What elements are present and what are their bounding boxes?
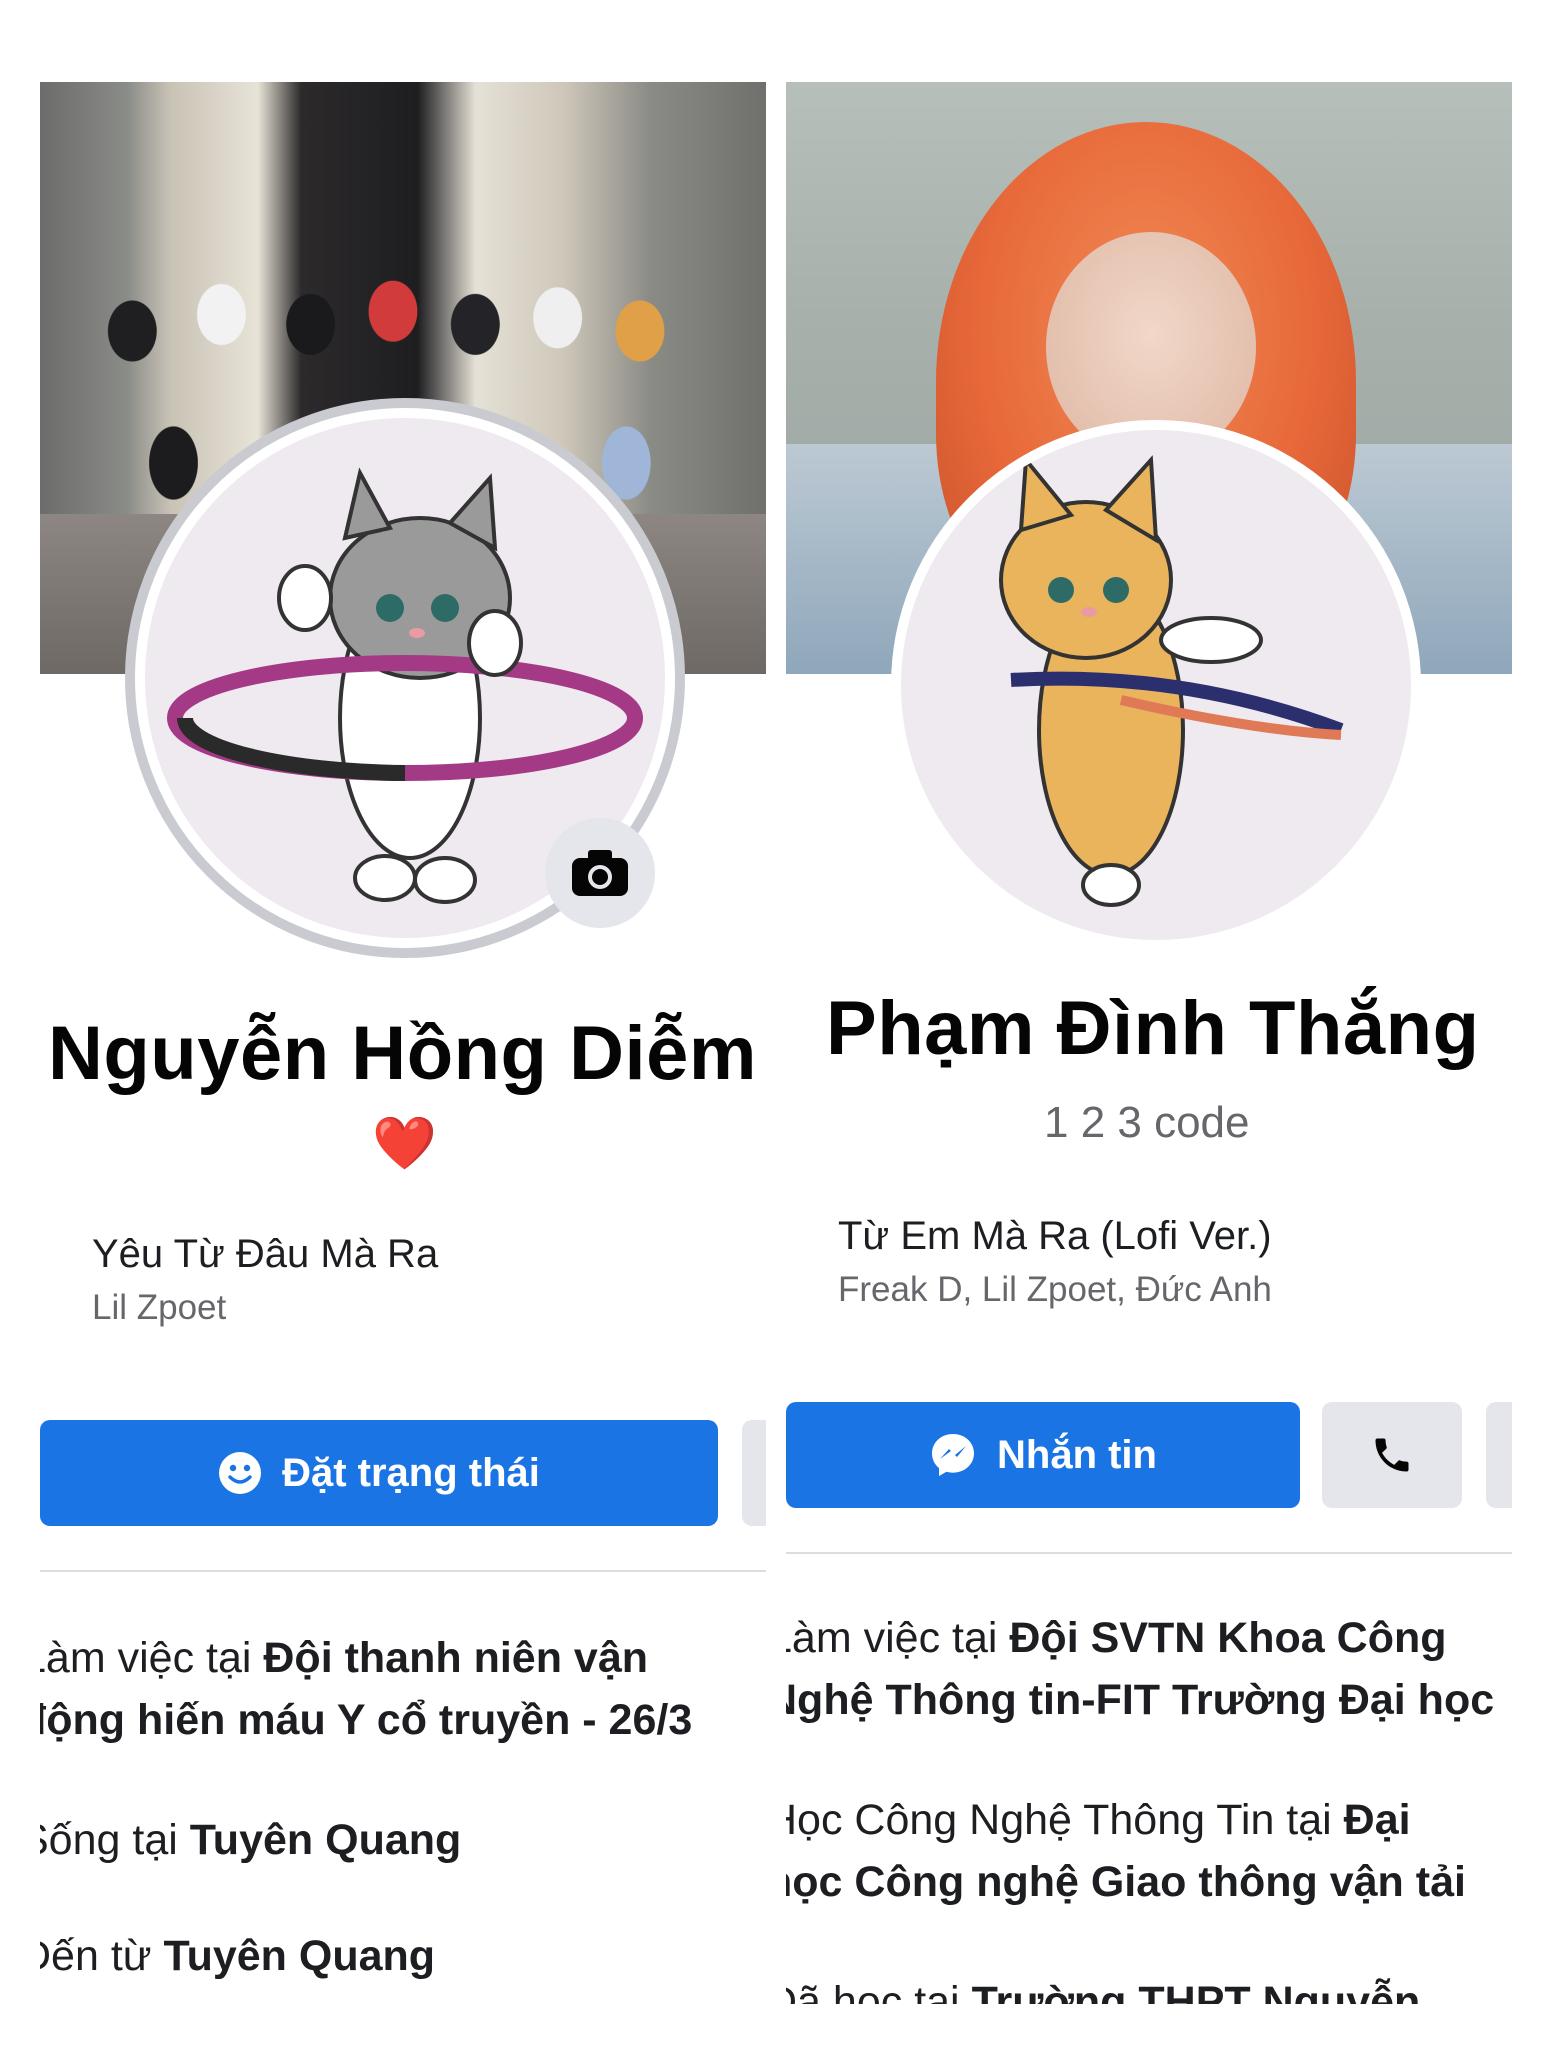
phone-icon <box>1375 1438 1409 1472</box>
profile-music-artist: Freak D, Lil Zpoet, Đức Anh <box>838 1270 1272 1309</box>
profile-panel-left: Nguyễn Hồng Diễm ❤️ Yêu Từ Đâu Mà Ra Lil… <box>40 0 766 2048</box>
info-work: Làm việc tại Đội thanh niên vận <box>40 1634 649 1682</box>
profile-music-artist: Lil Zpoet <box>92 1288 227 1327</box>
message-button[interactable]: Nhắn tin <box>786 1402 1300 1508</box>
divider <box>786 1552 1512 1554</box>
info-work-continued: Nghệ Thông tin-FIT Trường Đại học <box>786 1676 1495 1724</box>
message-label: Nhắn tin <box>997 1432 1157 1477</box>
heart-icon: ❤️ <box>372 1115 437 1173</box>
smiley-icon <box>219 1452 262 1494</box>
cat-hula-hoop-illustration <box>999 454 1344 907</box>
profile-name: Phạm Đình Thắng <box>826 986 1480 1071</box>
more-actions-button[interactable] <box>1486 1402 1512 1508</box>
info-studied-continued: học Công nghệ Giao thông vận tải <box>786 1858 1466 1906</box>
set-status-label: Đặt trạng thái <box>282 1450 540 1495</box>
info-lives-in: Sống tại Tuyên Quang <box>40 1816 462 1864</box>
info-work: Làm việc tại Đội SVTN Khoa Công <box>786 1614 1447 1662</box>
profile-nickname: 1 2 3 code <box>1044 1098 1250 1147</box>
change-avatar-button[interactable] <box>545 818 655 928</box>
info-studied: Học Công Nghệ Thông Tin tại Đại <box>786 1796 1411 1844</box>
profile-panel-right: Phạm Đình Thắng 1 2 3 code Từ Em Mà Ra (… <box>786 0 1512 2048</box>
messenger-icon <box>932 1434 974 1476</box>
info-work-continued: động hiến máu Y cổ truyền - 26/3 <box>40 1696 693 1744</box>
profile-music-title[interactable]: Yêu Từ Đâu Mà Ra <box>92 1232 438 1277</box>
info-went-to: Đã học tại Trường THPT Nguyễn <box>786 1978 1421 2004</box>
divider <box>40 1570 766 1572</box>
profile-music-title[interactable]: Từ Em Mà Ra (Lofi Ver.) <box>838 1214 1272 1259</box>
profile-name: Nguyễn Hồng Diễm <box>48 1011 757 1096</box>
more-actions-button[interactable] <box>742 1420 766 1526</box>
avatar[interactable] <box>901 430 1411 940</box>
call-button[interactable] <box>1322 1402 1462 1508</box>
set-status-button[interactable]: Đặt trạng thái <box>40 1420 718 1526</box>
camera-icon <box>572 850 628 896</box>
info-from: Đến từ Tuyên Quang <box>40 1932 436 1980</box>
